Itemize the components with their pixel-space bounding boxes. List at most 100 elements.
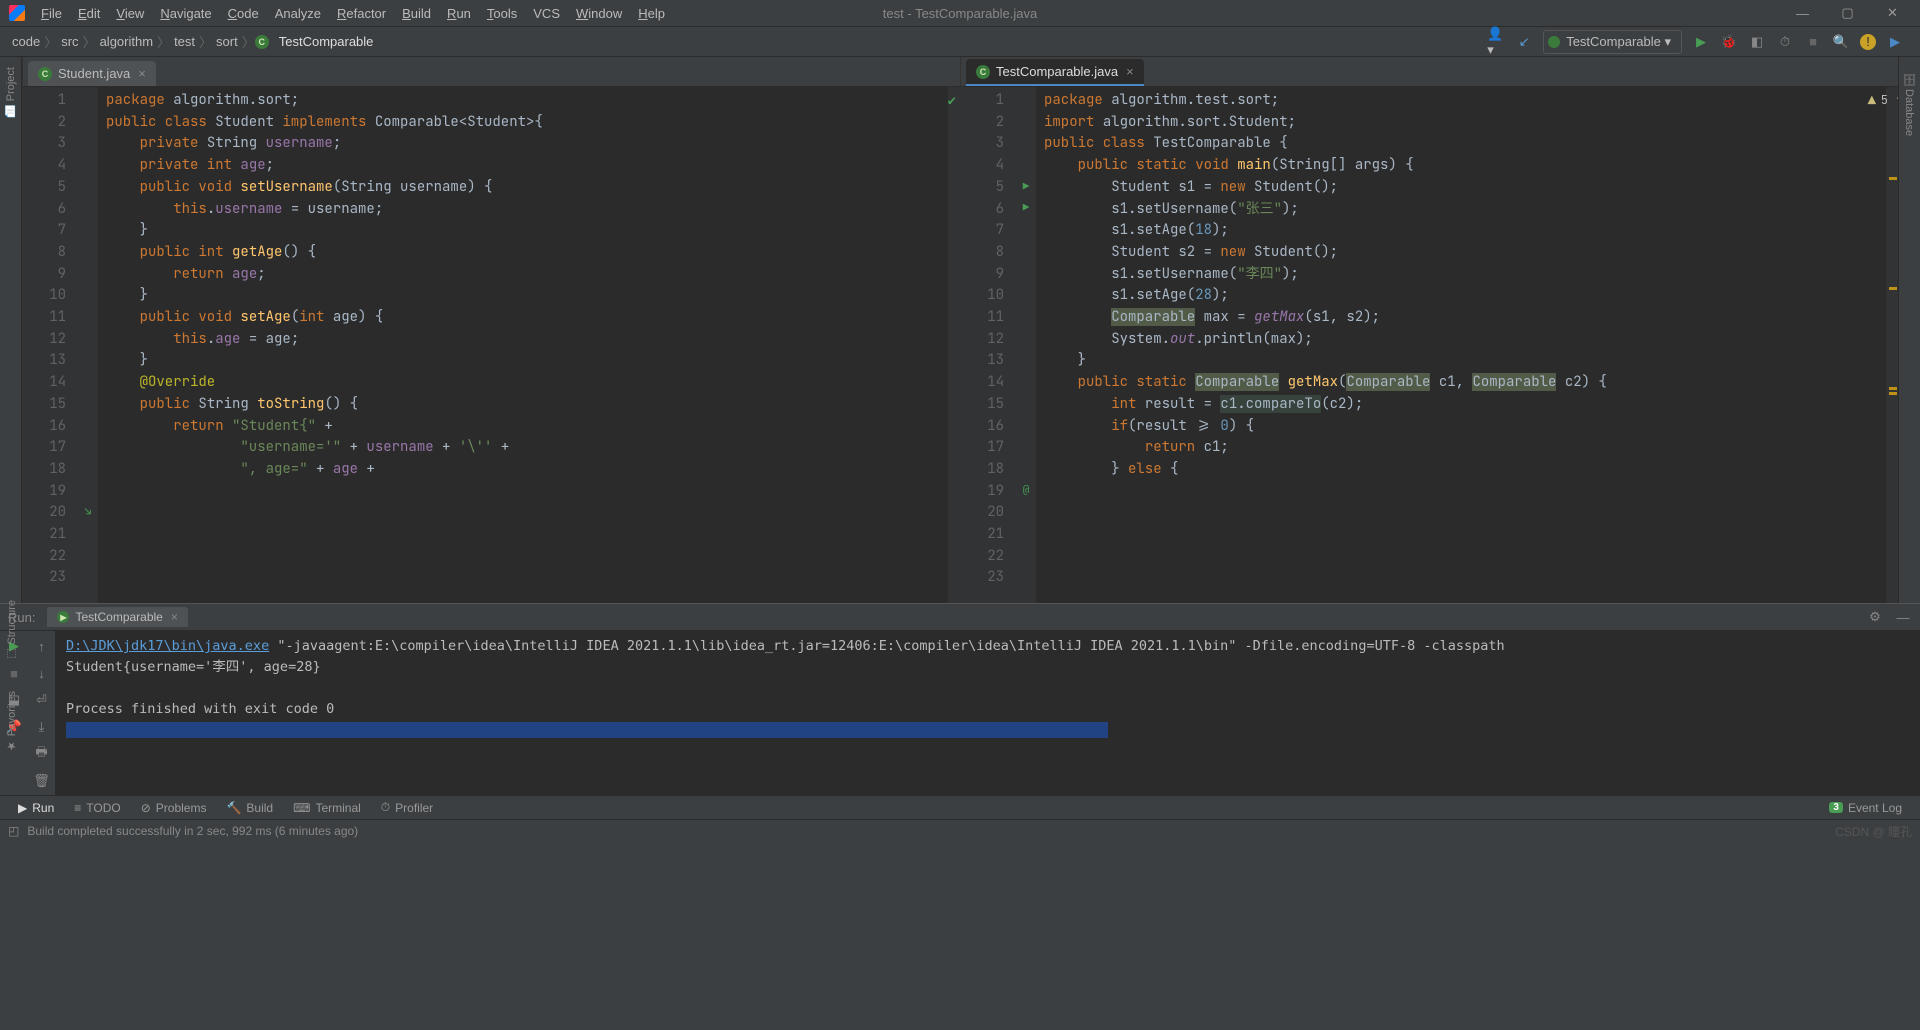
soft-wrap-icon[interactable]: ⏎ [32,690,52,710]
todo-tool-button[interactable]: ≡ TODO [64,801,130,815]
breadcrumb-algorithm[interactable]: algorithm [96,34,157,49]
coverage-icon[interactable]: ◧ [1748,33,1766,51]
gutter-icons: ▶▶@ [1016,87,1036,603]
error-stripe[interactable]: ▲ 5 ^ [1886,87,1898,603]
bottom-tool-bar: ▶ Run ≡ TODO ⊘ Problems 🔨 Build ⌨ Termin… [0,795,1920,819]
menu-vcs[interactable]: VCS [525,3,568,24]
minimize-button[interactable]: — [1780,1,1825,26]
run-header: Run: ▶ TestComparable × ⚙ — [0,604,1920,631]
event-log-button[interactable]: 3 Event Log [1819,801,1912,815]
clear-icon[interactable]: 🗑 [32,771,52,791]
close-button[interactable]: ✕ [1870,1,1915,26]
warning-count: 5 [1881,90,1888,112]
console-caret [66,722,1108,738]
window-title: test - TestComparable.java [883,6,1037,21]
run-config-selector[interactable]: TestComparable ▾ [1543,30,1682,54]
breadcrumb-sep: 〉 [83,32,96,51]
code-with-me-icon[interactable]: ▶ [1886,33,1904,51]
tool-stripe-left-bottom: ⬚ Structure ★ Favorites [0,600,22,752]
menu-edit[interactable]: Edit [70,3,108,24]
line-gutter: 1234567891011121314151617181920212223 [23,87,78,603]
editor-left: C Student.java × 12345678910111213141516… [22,57,960,603]
console-text: Student{username='李四', age=28} [66,659,321,675]
profiler-run-icon[interactable]: ⏱ [1776,33,1794,51]
menu-window[interactable]: Window [568,3,630,24]
line-gutter: 1234567891011121314151617181920212223 [961,87,1016,603]
tw-toggle-icon[interactable]: ◰ [8,824,19,838]
menu-refactor[interactable]: Refactor [329,3,394,24]
breadcrumb-test[interactable]: test [170,34,199,49]
up-stack-icon[interactable]: ↑ [32,636,52,656]
run-icon[interactable]: ▶ [1692,33,1710,51]
maximize-button[interactable]: ▢ [1825,1,1870,26]
class-icon: C [38,67,52,81]
nav-up-icon[interactable]: ^ [1896,90,1898,112]
down-stack-icon[interactable]: ↓ [32,663,52,683]
menu-bar: FileEditViewNavigateCodeAnalyzeRefactorB… [0,0,1920,27]
tab-student[interactable]: C Student.java × [28,61,156,86]
breadcrumb-sort[interactable]: sort [212,34,242,49]
menu-analyze[interactable]: Analyze [267,3,329,24]
status-message: Build completed successfully in 2 sec, 9… [27,824,358,838]
navigation-bar: code〉src〉algorithm〉test〉sort〉CTestCompar… [0,27,1920,57]
menu-code[interactable]: Code [220,3,267,24]
code-area-left[interactable]: 1234567891011121314151617181920212223 ↘ … [23,87,960,603]
problems-tool-button[interactable]: ⊘ Problems [131,801,217,815]
breadcrumb-code[interactable]: code [8,34,44,49]
search-icon[interactable]: 🔍 [1832,33,1850,51]
menu-navigate[interactable]: Navigate [152,3,219,24]
code-area-right[interactable]: 1234567891011121314151617181920212223 ▶▶… [961,87,1898,603]
run-settings-icon[interactable]: ⚙ [1866,608,1884,626]
favorites-tool-button[interactable]: ★ Favorites [5,691,18,752]
close-tab-icon[interactable]: × [1126,64,1134,79]
menu-run[interactable]: Run [439,3,479,24]
database-tool-button[interactable]: 🗄 Database [1903,72,1916,136]
hide-run-icon[interactable]: — [1894,608,1912,626]
close-tab-icon[interactable]: × [138,66,146,81]
debug-icon[interactable]: 🐞 [1720,33,1738,51]
profiler-tool-button[interactable]: ⏱ Profiler [371,800,443,815]
menu-tools[interactable]: Tools [479,3,525,24]
add-user-icon[interactable]: 👤▾ [1487,33,1505,51]
editor-split: C Student.java × 12345678910111213141516… [22,57,1898,603]
error-stripe[interactable]: ✔ [948,87,960,603]
console-output[interactable]: D:\JDK\jdk17\bin\java.exe "-javaagent:E:… [56,631,1920,795]
vcs-update-icon[interactable]: ↙ [1515,33,1533,51]
breadcrumb-sep: 〉 [157,32,170,51]
code-content[interactable]: package algorithm.test.sort;import algor… [1036,87,1886,603]
breadcrumb-src[interactable]: src [57,34,82,49]
menu-build[interactable]: Build [394,3,439,24]
menu-file[interactable]: File [33,3,70,24]
print-icon[interactable]: 🖶 [32,744,52,764]
main-area: 📄 Project C Student.java × 1234567891011… [0,57,1920,603]
breadcrumb-sep: 〉 [199,32,212,51]
tab-testcomparable[interactable]: C TestComparable.java × [966,59,1144,86]
run-tool-button[interactable]: ▶ Run [8,801,64,815]
structure-tool-button[interactable]: ⬚ Structure [5,600,18,661]
tab-bar-right: C TestComparable.java × [961,57,1898,87]
tab-bar-left: C Student.java × [23,57,960,87]
run-tab-icon: ▶ [57,611,69,623]
stop-icon[interactable]: ■ [1804,33,1822,51]
gutter-icons: ↘ [78,87,98,603]
class-icon: C [976,65,990,79]
build-tool-button[interactable]: 🔨 Build [216,801,283,815]
scroll-end-icon[interactable]: ⤓ [32,717,52,737]
breadcrumb-TestComparable[interactable]: TestComparable [275,34,378,49]
code-content[interactable]: package algorithm.sort;public class Stud… [98,87,948,603]
intellij-logo-icon [9,5,25,21]
project-tool-button[interactable]: 📄 Project [4,67,17,118]
run-tab-label: TestComparable [75,610,162,624]
breadcrumb-sep: 〉 [242,32,255,51]
console-text: "-javaagent:E:\compiler\idea\IntelliJ ID… [269,638,1513,654]
terminal-tool-button[interactable]: ⌨ Terminal [283,801,371,815]
close-run-tab-icon[interactable]: × [171,610,178,624]
run-session-tab[interactable]: ▶ TestComparable × [47,607,187,627]
help-badge-icon[interactable]: ! [1860,34,1876,50]
tool-stripe-right: 🗄 Database [1898,57,1920,603]
jdk-path-link[interactable]: D:\JDK\jdk17\bin\java.exe [66,638,269,654]
menu-help[interactable]: Help [630,3,673,24]
run-toolbar-2: ↑ ↓ ⏎ ⤓ 🖶 🗑 [28,631,56,795]
menu-view[interactable]: View [108,3,152,24]
watermark: CSDN @ 瞳孔 [1835,823,1912,840]
